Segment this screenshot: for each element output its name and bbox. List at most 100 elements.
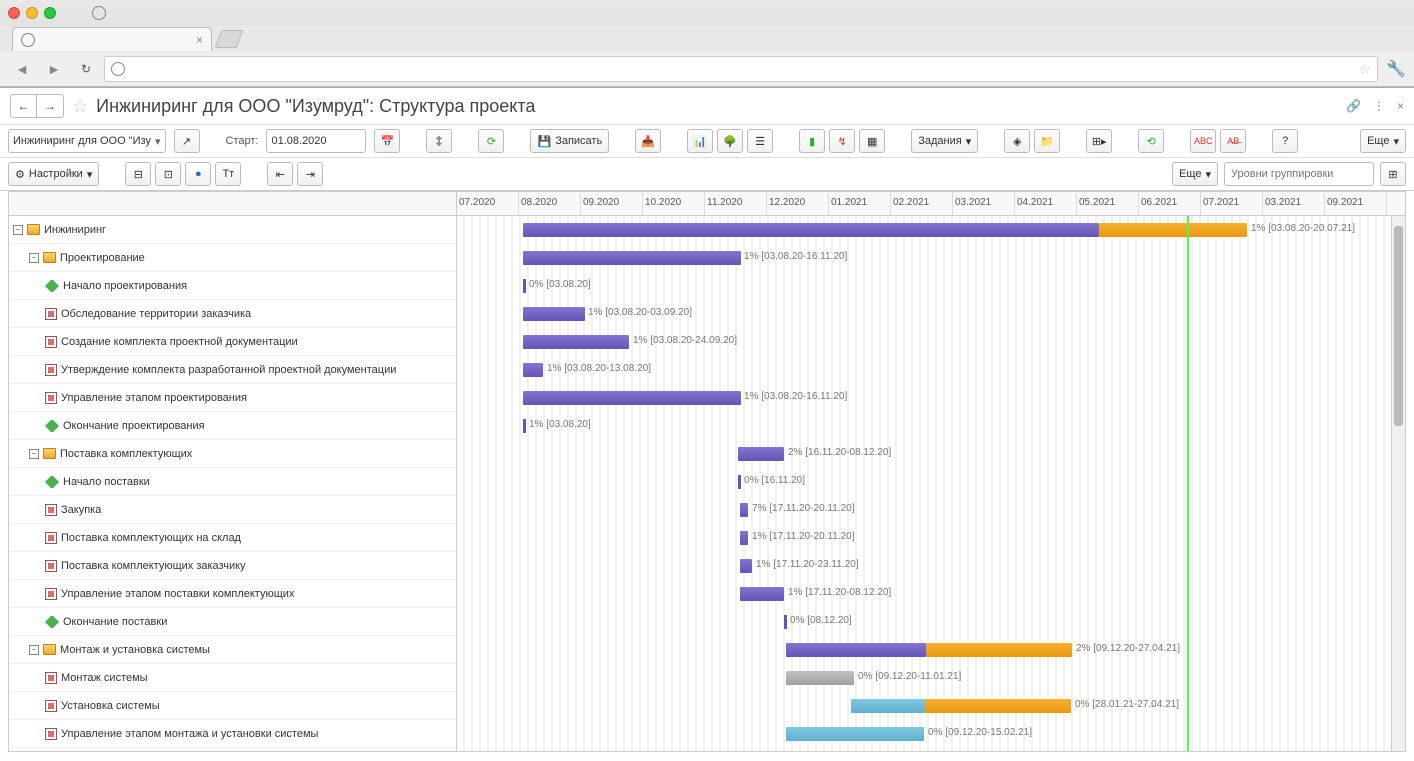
milestone-marker[interactable] [738, 475, 741, 489]
window-minimize[interactable] [26, 7, 38, 19]
tasks-button[interactable]: Задания ▾ [911, 129, 978, 153]
task-row[interactable]: Установка системы [9, 692, 456, 720]
indent-right-button[interactable]: ⇥ [297, 162, 323, 186]
window-maximize[interactable] [44, 7, 56, 19]
expand-all-button[interactable]: ⊟ [125, 162, 151, 186]
browser-menu-icon[interactable]: 🔧 [1386, 59, 1406, 79]
gantt-bar[interactable] [1099, 223, 1247, 237]
close-icon[interactable]: × [1397, 99, 1404, 113]
task-row[interactable]: Начало поставки [9, 468, 456, 496]
task-row[interactable]: Начало проектирования [9, 272, 456, 300]
calendar-button[interactable]: 📅 [374, 129, 400, 153]
more-button[interactable]: Еще ▾ [1360, 129, 1406, 153]
gantt-bar[interactable] [851, 699, 925, 713]
tree-toggle[interactable]: − [13, 225, 23, 235]
gantt-chart-area[interactable]: 07.202008.202009.202010.202011.202012.20… [457, 192, 1405, 751]
gantt-bar[interactable] [925, 699, 1071, 713]
task-row[interactable]: −Инжиниринг [9, 216, 456, 244]
abc-red-button[interactable]: ABC [1190, 129, 1216, 153]
sync-button[interactable]: ⟲ [1138, 129, 1164, 153]
bookmark-star-icon[interactable]: ☆ [1359, 61, 1372, 78]
text-button[interactable]: Tт [215, 162, 241, 186]
collapse-all-button[interactable]: ⊡ [155, 162, 181, 186]
project-select[interactable]: Инжиниринг для ООО "Изу ▾ [8, 129, 166, 153]
gantt-bar[interactable] [926, 643, 1072, 657]
link-icon[interactable]: 🔗 [1346, 99, 1361, 113]
url-input[interactable]: ☆ [104, 56, 1378, 82]
task-row[interactable]: Монтаж системы [9, 664, 456, 692]
open-project-button[interactable]: ↗ [174, 129, 200, 153]
task-row[interactable]: −Проектирование [9, 244, 456, 272]
import-button[interactable]: 📥 [635, 129, 661, 153]
task-row[interactable]: Закупка [9, 496, 456, 524]
tree-toggle[interactable]: − [29, 449, 39, 459]
task-row[interactable]: −Пусконаладочные работы у Заказчика [9, 748, 456, 751]
list-button[interactable]: ☰ [747, 129, 773, 153]
menu-icon[interactable]: ⋮ [1373, 99, 1385, 113]
milestone-marker[interactable] [523, 279, 526, 293]
nav-forward-button[interactable]: → [37, 95, 63, 117]
milestone-marker[interactable] [523, 419, 526, 433]
gantt-bar[interactable] [738, 447, 784, 461]
tree-button[interactable]: 🌳 [717, 129, 743, 153]
vertical-scrollbar[interactable] [1391, 216, 1405, 751]
group-apply-button[interactable]: ⊞ [1380, 162, 1406, 186]
abc-button[interactable]: A̶B̶ [1220, 129, 1246, 153]
chart-button[interactable]: 📊 [687, 129, 713, 153]
tab-close-icon[interactable]: × [196, 33, 203, 47]
save-button[interactable]: 💾 Записать [530, 129, 609, 153]
tree-toggle[interactable]: − [29, 645, 39, 655]
browser-tab[interactable]: × [12, 27, 212, 51]
task-row[interactable]: Окончание поставки [9, 608, 456, 636]
gantt-bar[interactable] [786, 643, 926, 657]
gantt-bar[interactable] [523, 391, 741, 405]
gantt-bar[interactable] [786, 727, 924, 741]
help-button[interactable]: ? [1272, 129, 1298, 153]
task-row[interactable]: Утверждение комплекта разработанной прое… [9, 356, 456, 384]
grid-button[interactable]: ▦ [859, 129, 885, 153]
task-row[interactable]: Поставка комплектующих заказчику [9, 552, 456, 580]
folder-button[interactable]: 📁 [1034, 129, 1060, 153]
more-button-2[interactable]: Еще ▾ [1172, 162, 1218, 186]
red-arrow-button[interactable]: ↯ [829, 129, 855, 153]
hierarchy-button[interactable] [426, 129, 452, 153]
refresh-button[interactable]: ⟳ [478, 129, 504, 153]
task-row[interactable]: Поставка комплектующих на склад [9, 524, 456, 552]
gantt-bar[interactable] [740, 531, 748, 545]
cube-button[interactable]: ◈ [1004, 129, 1030, 153]
browser-forward-button[interactable]: ► [40, 56, 68, 82]
gantt-bar[interactable] [523, 363, 543, 377]
task-row[interactable]: Создание комплекта проектной документаци… [9, 328, 456, 356]
gantt-bar[interactable] [523, 251, 741, 265]
task-row[interactable]: Управление этапом монтажа и установки си… [9, 720, 456, 748]
green-flag-button[interactable]: ▮ [799, 129, 825, 153]
new-tab-button[interactable] [215, 30, 244, 48]
gantt-bar[interactable] [740, 503, 748, 517]
task-row[interactable]: −Монтаж и установка системы [9, 636, 456, 664]
task-row[interactable]: −Поставка комплектующих [9, 440, 456, 468]
gantt-bar[interactable] [740, 587, 784, 601]
start-date-input[interactable]: 01.08.2020 [266, 129, 366, 153]
task-row[interactable]: Обследование территории заказчика [9, 300, 456, 328]
layout-button[interactable]: ⊞▸ [1086, 129, 1112, 153]
task-row[interactable]: Управление этапом проектирования [9, 384, 456, 412]
favorite-star-icon[interactable]: ☆ [72, 96, 88, 117]
milestone-marker[interactable] [784, 615, 787, 629]
nav-back-button[interactable]: ← [11, 95, 37, 117]
settings-button[interactable]: ⚙ Настройки ▾ [8, 162, 99, 186]
gantt-bar[interactable] [786, 671, 854, 685]
task-row[interactable]: Управление этапом поставки комплектующих [9, 580, 456, 608]
task-row[interactable]: Окончание проектирования [9, 412, 456, 440]
scrollbar-thumb[interactable] [1394, 226, 1403, 426]
browser-reload-button[interactable]: ↻ [72, 56, 100, 82]
gantt-bar[interactable] [523, 223, 1099, 237]
window-close[interactable] [8, 7, 20, 19]
circle-button[interactable]: ● [185, 162, 211, 186]
group-levels-input[interactable] [1224, 162, 1374, 186]
indent-left-button[interactable]: ⇤ [267, 162, 293, 186]
tree-toggle[interactable]: − [29, 253, 39, 263]
gantt-bar[interactable] [523, 335, 629, 349]
gantt-bar[interactable] [740, 559, 752, 573]
gantt-bar[interactable] [523, 307, 585, 321]
browser-back-button[interactable]: ◄ [8, 56, 36, 82]
